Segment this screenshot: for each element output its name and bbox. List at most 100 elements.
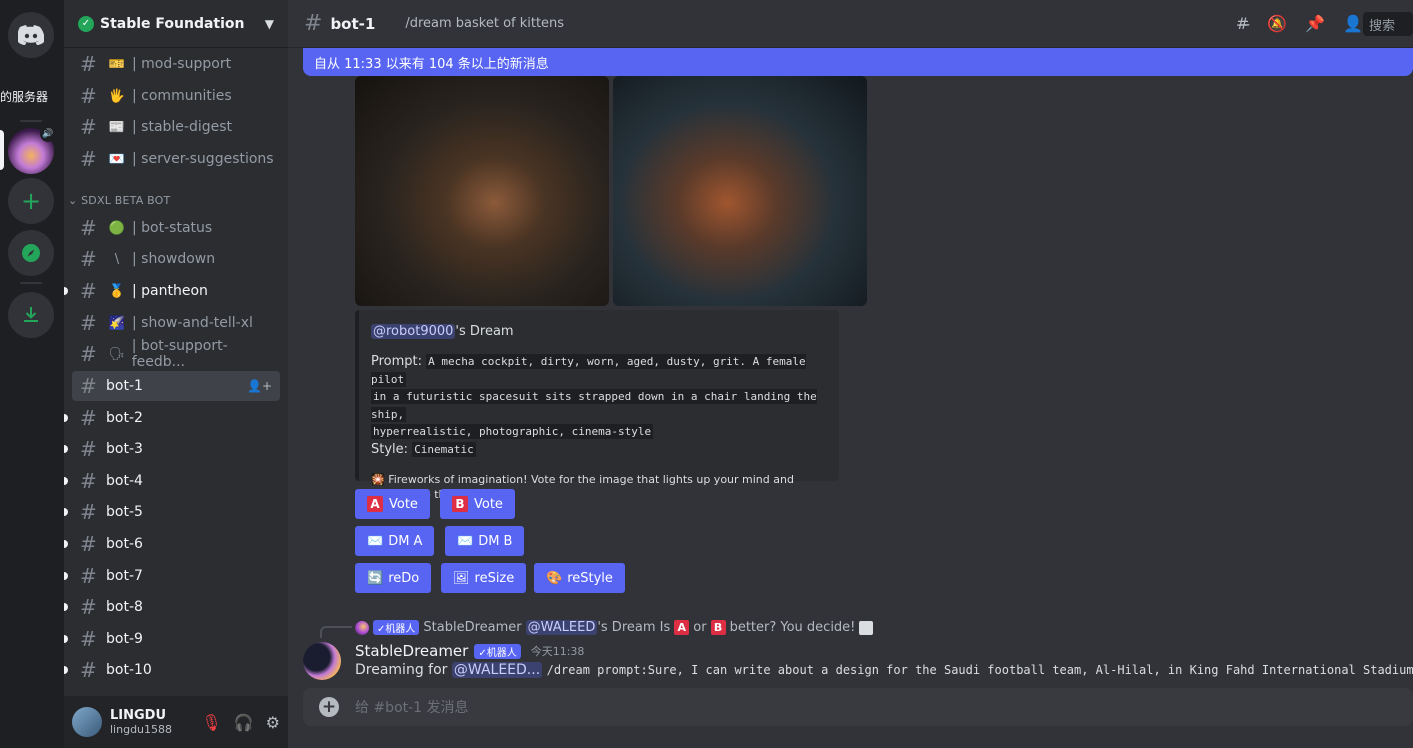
prompt-line: A mecha cockpit, dirty, worn, aged, dust… xyxy=(371,354,806,387)
channel-communities[interactable]: # 🖐 | communities xyxy=(72,81,280,111)
explore-servers-button[interactable] xyxy=(8,230,54,276)
channel-bot-5[interactable]: # bot-5 xyxy=(64,497,280,527)
plus-icon: + xyxy=(20,187,42,215)
letter-b-icon: B xyxy=(452,496,468,512)
channel-bot-1[interactable]: # bot-1 👤+ xyxy=(72,371,280,401)
letter-a-icon: A xyxy=(367,496,383,512)
channel-emoji: 🎫 xyxy=(108,56,126,72)
category-sdxl-beta-bot[interactable]: ⌄ SDXL BETA BOT xyxy=(68,194,170,207)
hash-icon: # xyxy=(80,147,97,171)
user-mention[interactable]: @robot9000 xyxy=(371,324,456,339)
member-list-icon[interactable]: 👤 xyxy=(1343,14,1363,33)
notifications-muted-icon[interactable]: 🔕 xyxy=(1267,14,1287,33)
channel-label: bot-9 xyxy=(106,631,143,647)
user-mention[interactable]: @WALEED... xyxy=(451,662,543,678)
channel-topic[interactable]: /dream basket of kittens xyxy=(405,16,564,31)
channel-bot-support-feedback[interactable]: # 🗣 | bot-support-feedb... xyxy=(72,338,280,370)
guild-header[interactable]: ✓ Stable Foundation ▼ xyxy=(64,0,288,48)
message-composer[interactable]: + 给 #bot-1 发消息 xyxy=(303,688,1413,726)
style-value: Cinematic xyxy=(412,441,476,457)
stable-foundation-server-icon[interactable]: 🔊 xyxy=(8,126,56,174)
rail-separator xyxy=(20,120,42,122)
threads-icon[interactable]: #̶ xyxy=(1236,14,1249,33)
dream-image-b[interactable] xyxy=(613,76,867,306)
bot-badge: ✓机器人 xyxy=(474,643,521,659)
user-mention[interactable]: @WALEED xyxy=(525,620,598,635)
button-label: reSize xyxy=(474,570,515,586)
channel-showdown[interactable]: # \ | showdown xyxy=(72,244,280,274)
dm-a-button[interactable]: ✉️ DM A xyxy=(355,526,435,556)
unread-indicator xyxy=(64,414,68,422)
hash-icon: # xyxy=(80,595,97,619)
user-handle: lingdu1588 xyxy=(110,723,173,736)
reply-preview[interactable]: ✓机器人 StableDreamer @WALEED 's Dream Is A… xyxy=(355,620,874,635)
channel-label: bot-3 xyxy=(106,441,143,457)
invite-user-icon[interactable]: 👤+ xyxy=(247,379,272,393)
discord-home-button[interactable] xyxy=(8,12,54,58)
hash-icon: # xyxy=(80,311,97,335)
channel-mod-support[interactable]: # 🎫 | mod-support xyxy=(72,49,280,79)
unread-indicator xyxy=(64,603,68,611)
channel-bot-8[interactable]: # bot-8 xyxy=(64,592,280,622)
letter-b-icon: B xyxy=(710,620,726,635)
resize-button[interactable]: 🖼 reSize xyxy=(441,563,527,593)
headphones-icon[interactable]: 🎧 xyxy=(234,713,254,732)
pinned-messages-icon[interactable]: 📌 xyxy=(1305,14,1325,33)
gear-icon[interactable]: ⚙ xyxy=(266,713,280,732)
channel-label: | server-suggestions xyxy=(132,151,274,167)
channel-bot-status[interactable]: # 🟢 | bot-status xyxy=(72,213,280,243)
hash-icon: # xyxy=(80,469,97,493)
dream-image-a[interactable] xyxy=(355,76,609,306)
message-content: Dreaming for @WALEED... /dream prompt:Su… xyxy=(355,662,1413,678)
server-name-truncated[interactable]: 的服务器 xyxy=(0,88,64,105)
unread-indicator xyxy=(64,445,68,453)
channel-show-and-tell-xl[interactable]: # 🌠 | show-and-tell-xl xyxy=(72,308,280,338)
user-panel: LINGDU lingdu1588 🎙 🎧 ⚙ xyxy=(64,696,288,748)
embed-title-suffix: 's Dream xyxy=(455,324,514,339)
channel-label: bot-5 xyxy=(106,504,143,520)
message-input[interactable]: 给 #bot-1 发消息 xyxy=(355,697,469,717)
discord-logo-icon xyxy=(18,25,44,45)
hash-icon: # xyxy=(80,658,97,682)
channel-bot-3[interactable]: # bot-3 xyxy=(64,434,280,464)
channel-server-suggestions[interactable]: # 💌 | server-suggestions xyxy=(72,144,280,174)
stabledreamer-avatar[interactable] xyxy=(303,642,341,680)
button-label: Vote xyxy=(474,496,503,512)
mute-microphone-icon[interactable]: 🎙 xyxy=(201,713,221,732)
hash-icon: # xyxy=(80,279,97,303)
vote-a-button[interactable]: A Vote xyxy=(355,489,430,519)
channel-emoji: 🟢 xyxy=(108,220,126,236)
channel-bot-9[interactable]: # bot-9 xyxy=(64,624,280,654)
redo-button[interactable]: 🔄 reDo xyxy=(355,563,432,593)
envelope-icon: ✉️ xyxy=(367,533,384,549)
channel-bot-4[interactable]: # bot-4 xyxy=(64,466,280,496)
add-server-button[interactable]: + xyxy=(8,178,54,224)
channel-stable-digest[interactable]: # 📰 | stable-digest xyxy=(72,112,280,142)
search-input[interactable]: 搜索 xyxy=(1363,12,1413,36)
download-icon xyxy=(24,307,38,322)
vote-b-button[interactable]: B Vote xyxy=(440,489,515,519)
download-apps-button[interactable] xyxy=(8,292,54,338)
channel-label: bot-1 xyxy=(106,378,143,394)
user-name: LINGDU xyxy=(110,708,167,723)
channel-bot-6[interactable]: # bot-6 xyxy=(64,529,280,559)
channel-label: | bot-support-feedb... xyxy=(131,338,228,370)
button-label: reStyle xyxy=(567,570,613,586)
channel-bot-7[interactable]: # bot-7 xyxy=(64,561,280,591)
restyle-button[interactable]: 🎨 reStyle xyxy=(534,563,625,593)
channel-header: # bot-1 /dream basket of kittens #̶ 🔕 📌 … xyxy=(288,0,1413,48)
dm-b-button[interactable]: ✉️ DM B xyxy=(445,526,525,556)
user-info[interactable]: LINGDU lingdu1588 xyxy=(110,708,172,736)
channel-bot-10[interactable]: # bot-10 xyxy=(64,655,280,685)
message-author[interactable]: StableDreamer xyxy=(355,642,468,660)
user-avatar[interactable] xyxy=(72,707,102,737)
channel-label: | mod-support xyxy=(132,56,232,72)
channel-emoji: 🖐 xyxy=(108,88,126,104)
new-messages-banner[interactable]: 自从 11:33 以来有 104 条以上的新消息 xyxy=(303,48,1413,76)
attach-plus-icon[interactable]: + xyxy=(319,697,339,717)
channel-pantheon[interactable]: # 🥇 | pantheon xyxy=(64,276,280,306)
hash-icon: # xyxy=(80,564,97,588)
channel-bot-2[interactable]: # bot-2 xyxy=(64,403,280,433)
channel-label: | showdown xyxy=(132,251,216,267)
reply-avatar xyxy=(355,620,369,635)
